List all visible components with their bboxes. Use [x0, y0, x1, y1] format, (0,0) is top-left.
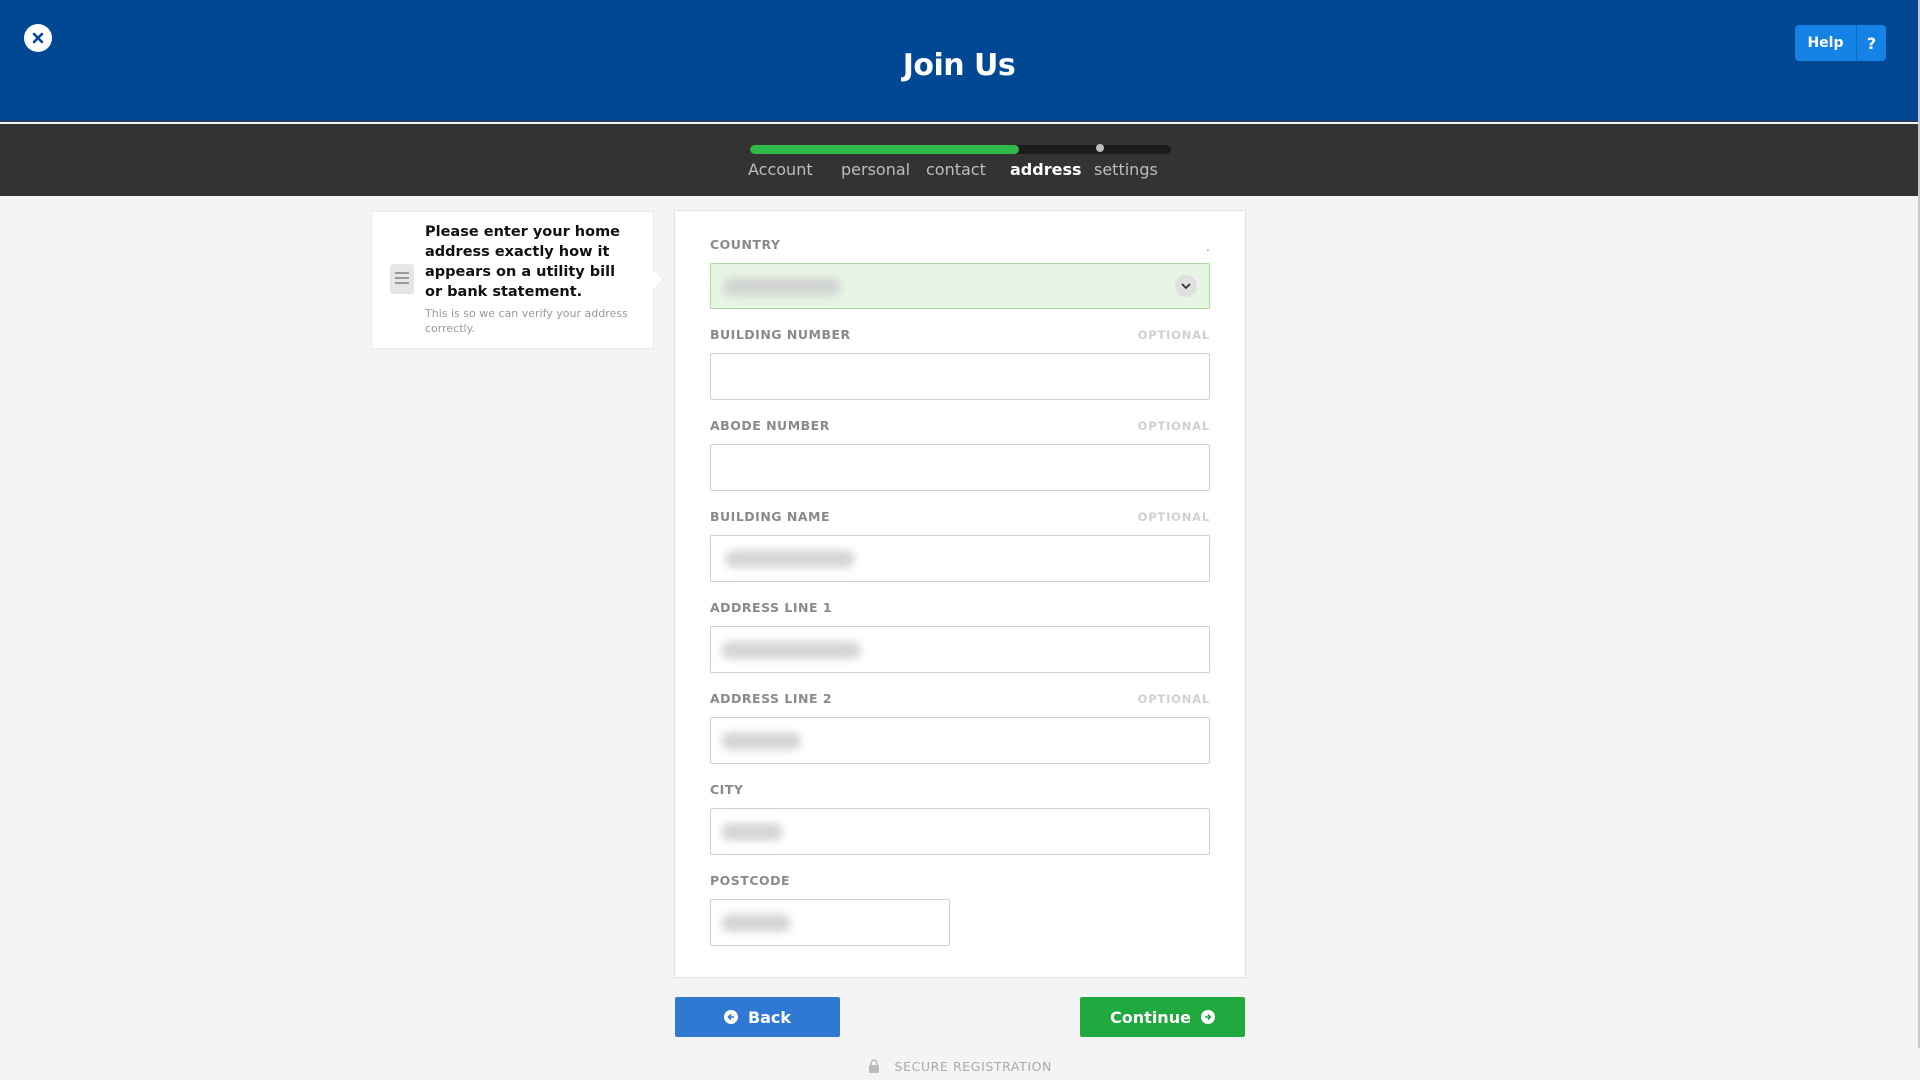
- building-number-optional: OPTIONAL: [1137, 328, 1210, 342]
- country-label: COUNTRY: [710, 237, 781, 252]
- question-icon: ?: [1856, 25, 1886, 61]
- step-account: Account: [748, 160, 813, 179]
- help-button-label: Help: [1807, 35, 1844, 51]
- step-settings: settings: [1094, 160, 1158, 179]
- progress-track: [750, 145, 1171, 154]
- address-line-2-optional: OPTIONAL: [1137, 692, 1210, 706]
- help-button[interactable]: Help ?: [1795, 25, 1886, 61]
- chevron-down-icon: [1175, 275, 1197, 297]
- address-line-1-input[interactable]: [710, 626, 1210, 673]
- postcode-label: POSTCODE: [710, 873, 791, 888]
- country-value-redacted: [723, 278, 841, 296]
- abode-number-input[interactable]: [710, 444, 1210, 491]
- document-icon: [390, 264, 414, 294]
- city-value-redacted: [721, 823, 783, 841]
- building-number-input[interactable]: [710, 353, 1210, 400]
- address-line-2-input[interactable]: [710, 717, 1210, 764]
- abode-number-optional: OPTIONAL: [1137, 419, 1210, 433]
- address-hint-card: Please enter your home address exactly h…: [371, 211, 654, 349]
- close-icon: [32, 32, 44, 44]
- step-personal: personal: [841, 160, 911, 179]
- abode-number-label: ABODE NUMBER: [710, 418, 830, 433]
- required-mark: .: [1206, 240, 1210, 254]
- hint-sub-text: This is so we can verify your address co…: [425, 307, 628, 335]
- header-bar: Join Us Help ?: [0, 0, 1918, 122]
- postcode-input[interactable]: [710, 899, 950, 946]
- building-number-label: BUILDING NUMBER: [710, 327, 851, 342]
- building-name-optional: OPTIONAL: [1137, 510, 1210, 524]
- city-label: CITY: [710, 782, 744, 797]
- arrow-right-icon: [1200, 1010, 1215, 1024]
- secure-registration-note: SECURE REGISTRATION: [0, 1059, 1920, 1074]
- building-name-value-redacted: [725, 550, 855, 568]
- lock-icon: [868, 1059, 879, 1073]
- address-line-2-label: ADDRESS LINE 2: [710, 691, 833, 706]
- progress-fill: [750, 145, 1020, 154]
- continue-button[interactable]: Continue: [1080, 997, 1245, 1037]
- address-form-card: [674, 210, 1246, 978]
- building-name-input[interactable]: [710, 535, 1210, 582]
- back-button[interactable]: Back: [675, 997, 840, 1037]
- postcode-value-redacted: [721, 914, 791, 932]
- hint-main-text: Please enter your home address exactly h…: [425, 224, 621, 300]
- arrow-left-icon: [723, 1010, 738, 1024]
- back-button-label: Back: [747, 1007, 792, 1027]
- address-line-1-label: ADDRESS LINE 1: [710, 600, 833, 615]
- step-address: address: [1010, 160, 1082, 179]
- address-line-2-value-redacted: [721, 732, 801, 750]
- step-contact: contact: [926, 160, 986, 179]
- country-select[interactable]: [710, 263, 1210, 309]
- address-line-1-value-redacted: [721, 641, 861, 659]
- city-input[interactable]: [710, 808, 1210, 855]
- page-title: Join Us: [902, 48, 1016, 83]
- building-name-label: BUILDING NAME: [710, 509, 831, 524]
- secure-registration-label: SECURE REGISTRATION: [894, 1059, 1053, 1074]
- progress-marker-dot: [1096, 144, 1104, 152]
- continue-button-label: Continue: [1110, 1007, 1191, 1027]
